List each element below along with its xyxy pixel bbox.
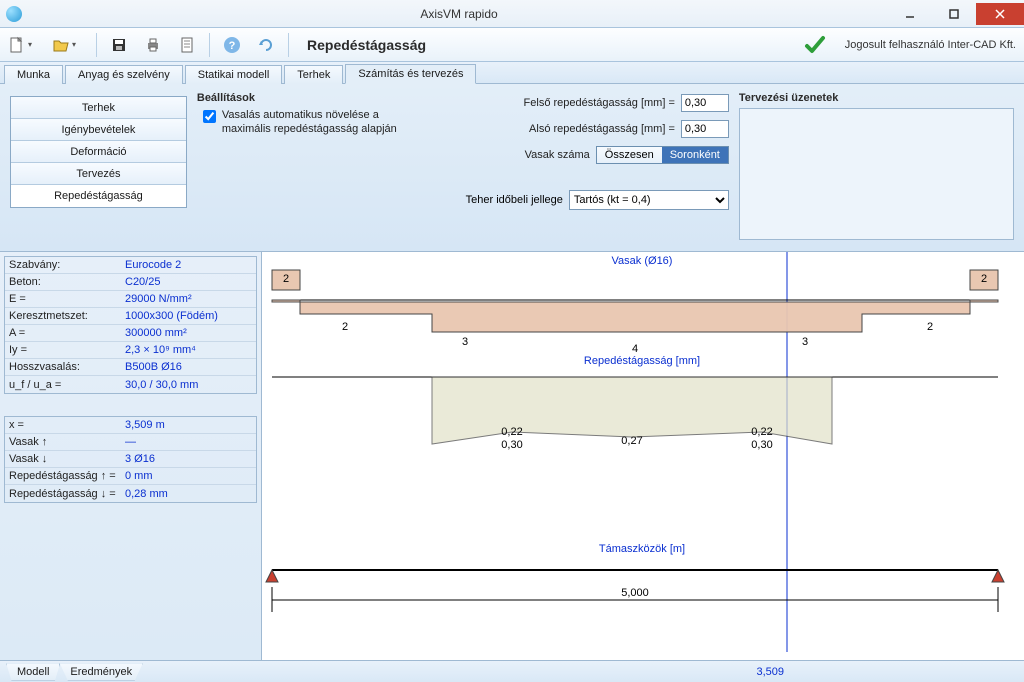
bars-total-option[interactable]: Összesen — [597, 147, 662, 163]
svg-text:2: 2 — [342, 321, 348, 333]
chart-title-span: Támaszközök [m] — [599, 543, 685, 555]
main-tab[interactable]: Számítás és tervezés — [345, 64, 476, 84]
property-row: Hosszvasalás:B500B Ø16 — [5, 359, 256, 376]
property-row: Repedéstágasság ↓ =0,28 mm — [5, 485, 256, 502]
svg-text:0,30: 0,30 — [751, 439, 772, 451]
svg-text:0,22: 0,22 — [751, 426, 772, 438]
open-button[interactable]: ▾ — [52, 33, 86, 57]
property-row: u_f / u_a =30,0 / 30,0 mm — [5, 376, 256, 393]
property-row: x =3,509 m — [5, 417, 256, 434]
check-icon — [803, 33, 827, 57]
property-row: Keresztmetszet:1000x300 (Födém) — [5, 308, 256, 325]
load-duration-select[interactable]: Tartós (kt = 0,4) — [569, 190, 729, 210]
svg-text:?: ? — [229, 40, 236, 52]
property-row: Vasak ↑— — [5, 434, 256, 451]
properties-panel: Szabvány:Eurocode 2Beton:C20/25E =29000 … — [0, 252, 262, 660]
diagram-canvas: Vasak (Ø16) 2 2 2 3 4 3 2 Repedéstágassá… — [262, 252, 1024, 660]
titlebar: AxisVM rapido — [0, 0, 1024, 28]
main-tab[interactable]: Anyag és szelvény — [65, 65, 183, 84]
settings-title: Beállítások — [197, 92, 417, 104]
bottom-tabs: Modell Eredmények 3,509 — [0, 660, 1024, 682]
maximize-button[interactable] — [932, 3, 976, 25]
property-row: Vasak ↓3 Ø16 — [5, 451, 256, 468]
report-button[interactable] — [175, 33, 199, 57]
load-duration-label: Teher időbeli jellege — [466, 194, 563, 206]
print-button[interactable] — [141, 33, 165, 57]
svg-text:3: 3 — [462, 336, 468, 348]
chart-title-bars: Vasak (Ø16) — [612, 255, 673, 267]
svg-text:0,30: 0,30 — [501, 439, 522, 451]
svg-text:0,27: 0,27 — [621, 435, 642, 447]
main-tab[interactable]: Statikai modell — [185, 65, 283, 84]
top-crack-input[interactable] — [681, 94, 729, 112]
help-button[interactable]: ? — [220, 33, 244, 57]
property-row: A =300000 mm² — [5, 325, 256, 342]
chevron-down-icon: ▾ — [72, 40, 76, 49]
chevron-down-icon: ▾ — [28, 40, 32, 49]
messages-box — [739, 108, 1014, 240]
auto-increase-checkbox[interactable] — [203, 110, 216, 123]
close-button[interactable] — [976, 3, 1024, 25]
svg-text:3: 3 — [802, 336, 808, 348]
property-row: Szabvány:Eurocode 2 — [5, 257, 256, 274]
bars-perrow-option[interactable]: Soronként — [662, 147, 728, 163]
main-tab[interactable]: Terhek — [284, 65, 343, 84]
toolbar: ▾ ▾ ? Repedéstágasság Jogosult felhaszná… — [0, 28, 1024, 62]
property-row: E =29000 N/mm² — [5, 291, 256, 308]
refresh-button[interactable] — [254, 33, 278, 57]
sub-tabs: TerhekIgénybevételekDeformációTervezésRe… — [10, 96, 187, 208]
svg-text:2: 2 — [927, 321, 933, 333]
svg-text:0,22: 0,22 — [501, 426, 522, 438]
sub-tab[interactable]: Igénybevételek — [11, 119, 186, 141]
sub-tab[interactable]: Terhek — [11, 97, 186, 119]
property-row: Beton:C20/25 — [5, 274, 256, 291]
bottom-crack-input[interactable] — [681, 120, 729, 138]
app-icon — [6, 6, 22, 22]
cursor-x-readout: 3,509 — [756, 666, 784, 678]
bottom-crack-label: Alsó repedéstágasság [mm] = — [529, 123, 675, 135]
window-title: AxisVM rapido — [30, 7, 888, 21]
page-title: Repedéstágasság — [307, 37, 426, 53]
main-tabs: MunkaAnyag és szelvényStatikai modellTer… — [0, 62, 1024, 84]
svg-text:2: 2 — [283, 273, 289, 285]
messages-title: Tervezési üzenetek — [739, 92, 1014, 104]
tab-model[interactable]: Modell — [6, 663, 60, 681]
sub-tab[interactable]: Repedéstágasság — [11, 185, 186, 207]
chart-title-crack: Repedéstágasság [mm] — [584, 355, 700, 367]
svg-text:2: 2 — [981, 273, 987, 285]
main-tab[interactable]: Munka — [4, 65, 63, 84]
new-button[interactable]: ▾ — [8, 33, 42, 57]
tab-results[interactable]: Eredmények — [59, 663, 143, 681]
minimize-button[interactable] — [888, 3, 932, 25]
svg-text:4: 4 — [632, 343, 638, 355]
svg-text:5,000: 5,000 — [621, 587, 649, 599]
property-row: Repedéstágasság ↑ =0 mm — [5, 468, 256, 485]
bars-count-toggle[interactable]: Összesen Soronként — [596, 146, 729, 164]
sub-tab[interactable]: Tervezés — [11, 163, 186, 185]
sub-tab[interactable]: Deformáció — [11, 141, 186, 163]
bars-count-label: Vasak száma — [525, 149, 590, 161]
save-button[interactable] — [107, 33, 131, 57]
property-row: Iy =2,3 × 10⁹ mm⁴ — [5, 342, 256, 359]
top-crack-label: Felső repedéstágasság [mm] = — [524, 97, 675, 109]
license-label: Jogosult felhasználó Inter-CAD Kft. — [845, 39, 1016, 51]
auto-increase-label: Vasalás automatikus növelése a maximális… — [222, 108, 417, 136]
